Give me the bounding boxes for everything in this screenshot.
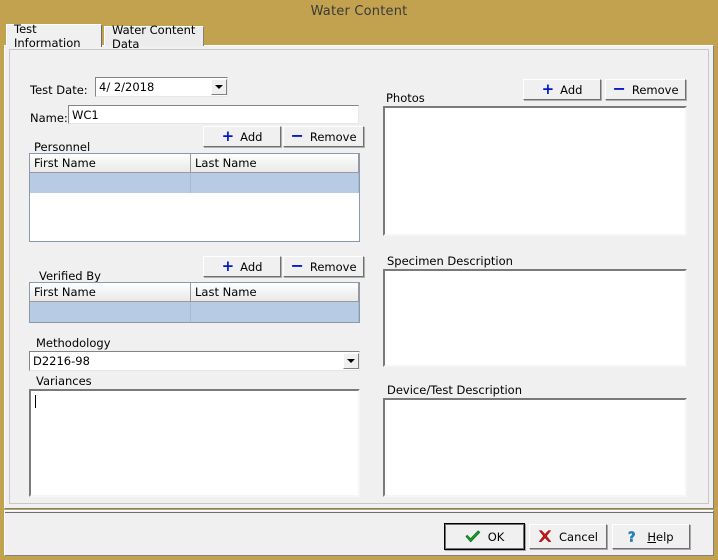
photos-remove-label: Remove xyxy=(631,82,679,97)
tab-strip: Test Information Water Content Data xyxy=(4,22,714,51)
name-label: Name: xyxy=(30,111,68,125)
personnel-cell-first-name xyxy=(30,173,191,193)
plus-icon: + xyxy=(221,256,235,275)
cross-icon xyxy=(538,530,552,543)
ok-label: OK xyxy=(487,529,505,544)
test-date-label: Test Date: xyxy=(30,83,88,97)
help-button[interactable]: ? Help xyxy=(612,524,690,549)
device-test-description-textarea[interactable] xyxy=(383,398,687,497)
personnel-add-button[interactable]: + Add xyxy=(203,126,281,147)
help-label: Help xyxy=(647,530,673,544)
personnel-grid[interactable]: First Name Last Name xyxy=(29,153,360,242)
test-date-dropdown-chevron-down-icon[interactable] xyxy=(211,79,227,95)
tab-test-information-label: Test Information xyxy=(14,22,81,50)
verified-by-add-button[interactable]: + Add xyxy=(203,256,281,277)
variances-label: Variances xyxy=(36,374,92,388)
minus-icon: − xyxy=(290,125,304,145)
verified-by-label: Verified By xyxy=(39,269,101,283)
test-date-value: 4/ 2/2018 xyxy=(99,80,155,94)
title-bar: Water Content xyxy=(0,0,718,23)
personnel-remove-button[interactable]: − Remove xyxy=(283,126,364,147)
form-container: Test Date: 4/ 2/2018 Name: WC1 Personnel… xyxy=(9,49,709,504)
device-test-description-label: Device/Test Description xyxy=(387,383,523,397)
methodology-combobox[interactable]: D2216-98 xyxy=(29,351,360,371)
verified-by-col-first-name: First Name xyxy=(30,283,191,302)
methodology-label: Methodology xyxy=(36,336,111,350)
help-label-prefix: H xyxy=(647,529,657,544)
test-date-input[interactable]: 4/ 2/2018 xyxy=(95,77,228,97)
personnel-add-label: Add xyxy=(240,129,263,144)
tab-water-content-data[interactable]: Water Content Data xyxy=(104,23,204,51)
dialog-footer: OK Cancel ? Help xyxy=(4,510,714,556)
cancel-label: Cancel xyxy=(559,529,598,544)
personnel-label: Personnel xyxy=(34,140,91,154)
tab-test-information[interactable]: Test Information xyxy=(6,22,102,50)
verified-by-cell-first-name xyxy=(30,302,191,322)
minus-icon: − xyxy=(612,78,626,98)
verified-by-add-label: Add xyxy=(240,259,263,274)
table-row[interactable] xyxy=(30,302,359,322)
footer-divider xyxy=(5,512,713,513)
verified-by-grid[interactable]: First Name Last Name xyxy=(29,282,360,323)
minus-icon: − xyxy=(290,255,304,275)
methodology-value: D2216-98 xyxy=(33,354,90,368)
verified-by-remove-label: Remove xyxy=(309,259,357,274)
personnel-col-last-name: Last Name xyxy=(191,154,359,173)
personnel-remove-label: Remove xyxy=(309,129,357,144)
methodology-dropdown-chevron-down-icon[interactable] xyxy=(343,353,359,369)
svg-text:?: ? xyxy=(628,530,636,544)
question-mark-icon: ? xyxy=(628,530,640,544)
help-label-rest: elp xyxy=(656,529,674,544)
verified-by-cell-last-name xyxy=(191,302,359,322)
photos-label: Photos xyxy=(386,91,425,105)
photos-add-label: Add xyxy=(560,82,583,97)
photos-remove-button[interactable]: − Remove xyxy=(605,79,686,100)
cancel-button[interactable]: Cancel xyxy=(529,524,607,549)
ok-button[interactable]: OK xyxy=(445,524,524,549)
photos-listbox[interactable] xyxy=(383,106,687,236)
text-caret xyxy=(35,395,36,408)
verified-by-grid-header: First Name Last Name xyxy=(30,283,359,302)
tab-panel: Test Date: 4/ 2/2018 Name: WC1 Personnel… xyxy=(4,45,714,509)
verified-by-remove-button[interactable]: − Remove xyxy=(283,256,364,277)
window-title: Water Content xyxy=(310,4,408,19)
tab-water-content-data-label: Water Content Data xyxy=(112,22,196,51)
plus-icon: + xyxy=(221,126,235,145)
check-icon xyxy=(465,530,481,543)
verified-by-col-last-name: Last Name xyxy=(191,283,359,302)
specimen-description-textarea[interactable] xyxy=(383,269,687,367)
specimen-description-label: Specimen Description xyxy=(387,254,513,268)
plus-icon: + xyxy=(541,79,555,98)
personnel-cell-last-name xyxy=(191,173,359,193)
photos-add-button[interactable]: + Add xyxy=(523,79,601,100)
name-input[interactable]: WC1 xyxy=(68,105,359,124)
variances-textarea[interactable] xyxy=(29,389,360,497)
dialog-window: Water Content Test Information Water Con… xyxy=(0,0,718,560)
table-row[interactable] xyxy=(30,173,359,193)
personnel-grid-header: First Name Last Name xyxy=(30,154,359,173)
personnel-col-first-name: First Name xyxy=(30,154,191,173)
